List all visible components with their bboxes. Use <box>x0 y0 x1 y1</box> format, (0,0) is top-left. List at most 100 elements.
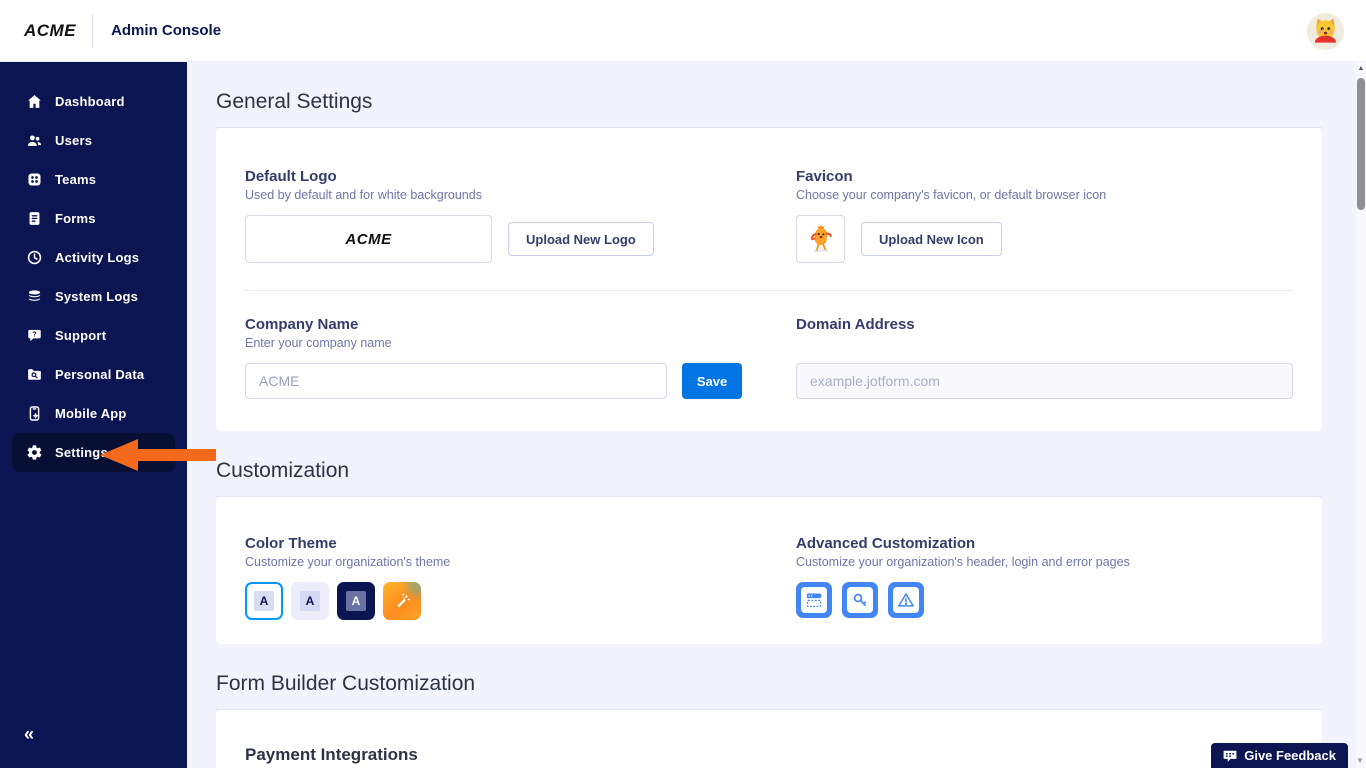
give-feedback-label: Give Feedback <box>1244 748 1336 763</box>
payment-integrations-field: Payment Integrations Let users see the p… <box>245 745 506 768</box>
svg-text:?: ? <box>32 331 36 339</box>
upload-new-icon-button[interactable]: Upload New Icon <box>861 222 1002 256</box>
company-logo: ACME <box>24 20 77 40</box>
forms-icon <box>25 210 43 228</box>
customize-error-button[interactable] <box>888 582 924 618</box>
logo-preview: ACME <box>245 215 492 263</box>
scrollbar-up-icon[interactable]: ▲ <box>1356 65 1366 72</box>
folder-search-icon <box>25 366 43 384</box>
default-logo-description: Used by default and for white background… <box>245 188 482 202</box>
domain-address-input[interactable] <box>796 363 1293 399</box>
customize-header-button[interactable] <box>796 582 832 618</box>
section-title-general-settings: General Settings <box>216 62 1322 128</box>
sidebar-item-settings[interactable]: Settings <box>12 433 175 472</box>
mascot-avatar-icon <box>1307 13 1344 50</box>
sidebar: Dashboard Users Teams Forms Activity Log… <box>0 62 187 768</box>
key-icon <box>847 587 873 613</box>
scrollbar-down-icon[interactable]: ▼ <box>1353 756 1366 765</box>
payment-integrations-label: Payment Integrations <box>245 745 418 764</box>
sidebar-item-mobile-app[interactable]: Mobile App <box>0 394 187 433</box>
default-logo-label: Default Logo <box>245 168 337 185</box>
sidebar-item-label: Personal Data <box>55 367 145 382</box>
form-builder-card: Payment Integrations Let users see the p… <box>216 710 1322 768</box>
favicon-preview <box>796 215 845 263</box>
sidebar-item-system-logs[interactable]: System Logs <box>0 277 187 316</box>
swatch-letter: A <box>346 591 366 611</box>
theme-swatch-dark[interactable]: A <box>337 582 375 620</box>
home-icon <box>25 93 43 111</box>
give-feedback-button[interactable]: Give Feedback <box>1211 743 1348 768</box>
company-name-label: Company Name <box>245 316 359 333</box>
sidebar-item-label: Dashboard <box>55 94 125 109</box>
sidebar-item-label: System Logs <box>55 289 139 304</box>
favicon-description: Choose your company's favicon, or defaul… <box>796 188 1107 202</box>
sidebar-item-label: Teams <box>55 172 97 187</box>
sidebar-item-label: Support <box>55 328 107 343</box>
sidebar-item-dashboard[interactable]: Dashboard <box>0 82 187 121</box>
upload-new-logo-button[interactable]: Upload New Logo <box>508 222 654 256</box>
advanced-customization-label: Advanced Customization <box>796 535 976 552</box>
color-theme-swatches: A A A <box>245 582 796 620</box>
theme-swatch-light-selected[interactable]: A <box>245 582 283 620</box>
warning-triangle-icon <box>893 587 919 613</box>
domain-address-label: Domain Address <box>796 316 915 333</box>
sidebar-item-personal-data[interactable]: Personal Data <box>0 355 187 394</box>
app-title: Admin Console <box>111 22 222 39</box>
section-title-customization: Customization <box>216 431 1322 497</box>
company-name-field: Company Name Enter your company name Sav… <box>245 316 796 399</box>
advanced-customization-field: Advanced Customization Customize your or… <box>796 535 1293 620</box>
sidebar-item-support[interactable]: ? Support <box>0 316 187 355</box>
top-header: ACME Admin Console <box>0 0 1366 62</box>
favicon-label: Favicon <box>796 168 853 185</box>
card-divider <box>245 290 1293 291</box>
sidebar-item-label: Activity Logs <box>55 250 140 265</box>
domain-address-description <box>796 336 1293 350</box>
sidebar-item-label: Mobile App <box>55 406 127 421</box>
scrollbar-thumb[interactable] <box>1357 78 1365 210</box>
swatch-letter: A <box>254 591 274 611</box>
default-logo-field: Default Logo Used by default and for whi… <box>245 168 796 263</box>
sidebar-item-activity-logs[interactable]: Activity Logs <box>0 238 187 277</box>
clock-icon <box>25 249 43 267</box>
scrollbar: ▲ ▼ <box>1356 62 1366 768</box>
color-theme-description: Customize your organization's theme <box>245 555 451 569</box>
favicon-field: Favicon Choose your company's favicon, o… <box>796 168 1293 263</box>
sidebar-item-label: Settings <box>55 445 108 460</box>
gear-icon <box>25 444 43 462</box>
color-theme-label: Color Theme <box>245 535 337 552</box>
main-content: General Settings Default Logo Used by de… <box>187 62 1356 768</box>
sidebar-item-forms[interactable]: Forms <box>0 199 187 238</box>
sidebar-collapse-button[interactable]: « <box>24 725 34 743</box>
customize-login-button[interactable] <box>842 582 878 618</box>
header-divider <box>92 13 94 48</box>
swatch-letter: A <box>300 591 320 611</box>
sidebar-item-label: Users <box>55 133 93 148</box>
sidebar-item-label: Forms <box>55 211 96 226</box>
theme-swatch-custom[interactable] <box>383 582 421 620</box>
mobile-icon <box>25 405 43 423</box>
theme-swatch-light[interactable]: A <box>291 582 329 620</box>
company-name-description: Enter your company name <box>245 336 392 350</box>
customization-card: Color Theme Customize your organization'… <box>216 497 1322 644</box>
advanced-customization-description: Customize your organization's header, lo… <box>796 555 1130 569</box>
mascot-favicon-icon <box>810 224 832 252</box>
sidebar-item-teams[interactable]: Teams <box>0 160 187 199</box>
color-theme-field: Color Theme Customize your organization'… <box>245 535 796 620</box>
sidebar-nav: Dashboard Users Teams Forms Activity Log… <box>0 62 187 472</box>
save-button[interactable]: Save <box>682 363 742 399</box>
admin-console-app: ACME Admin Console Dashboard Users Teams… <box>0 0 1366 768</box>
user-avatar[interactable] <box>1307 13 1344 50</box>
support-bubble-icon: ? <box>25 327 43 345</box>
domain-address-field: Domain Address <box>796 316 1293 399</box>
header-page-icon <box>801 587 827 613</box>
section-title-form-builder: Form Builder Customization <box>216 644 1322 710</box>
users-icon <box>25 132 43 150</box>
advanced-customization-icons <box>796 582 1293 618</box>
company-name-input[interactable] <box>245 363 667 399</box>
teams-icon <box>25 171 43 189</box>
general-settings-card: Default Logo Used by default and for whi… <box>216 128 1322 431</box>
feedback-bubble-icon <box>1223 750 1237 762</box>
magic-wand-icon <box>397 593 411 608</box>
database-icon <box>25 288 43 306</box>
sidebar-item-users[interactable]: Users <box>0 121 187 160</box>
